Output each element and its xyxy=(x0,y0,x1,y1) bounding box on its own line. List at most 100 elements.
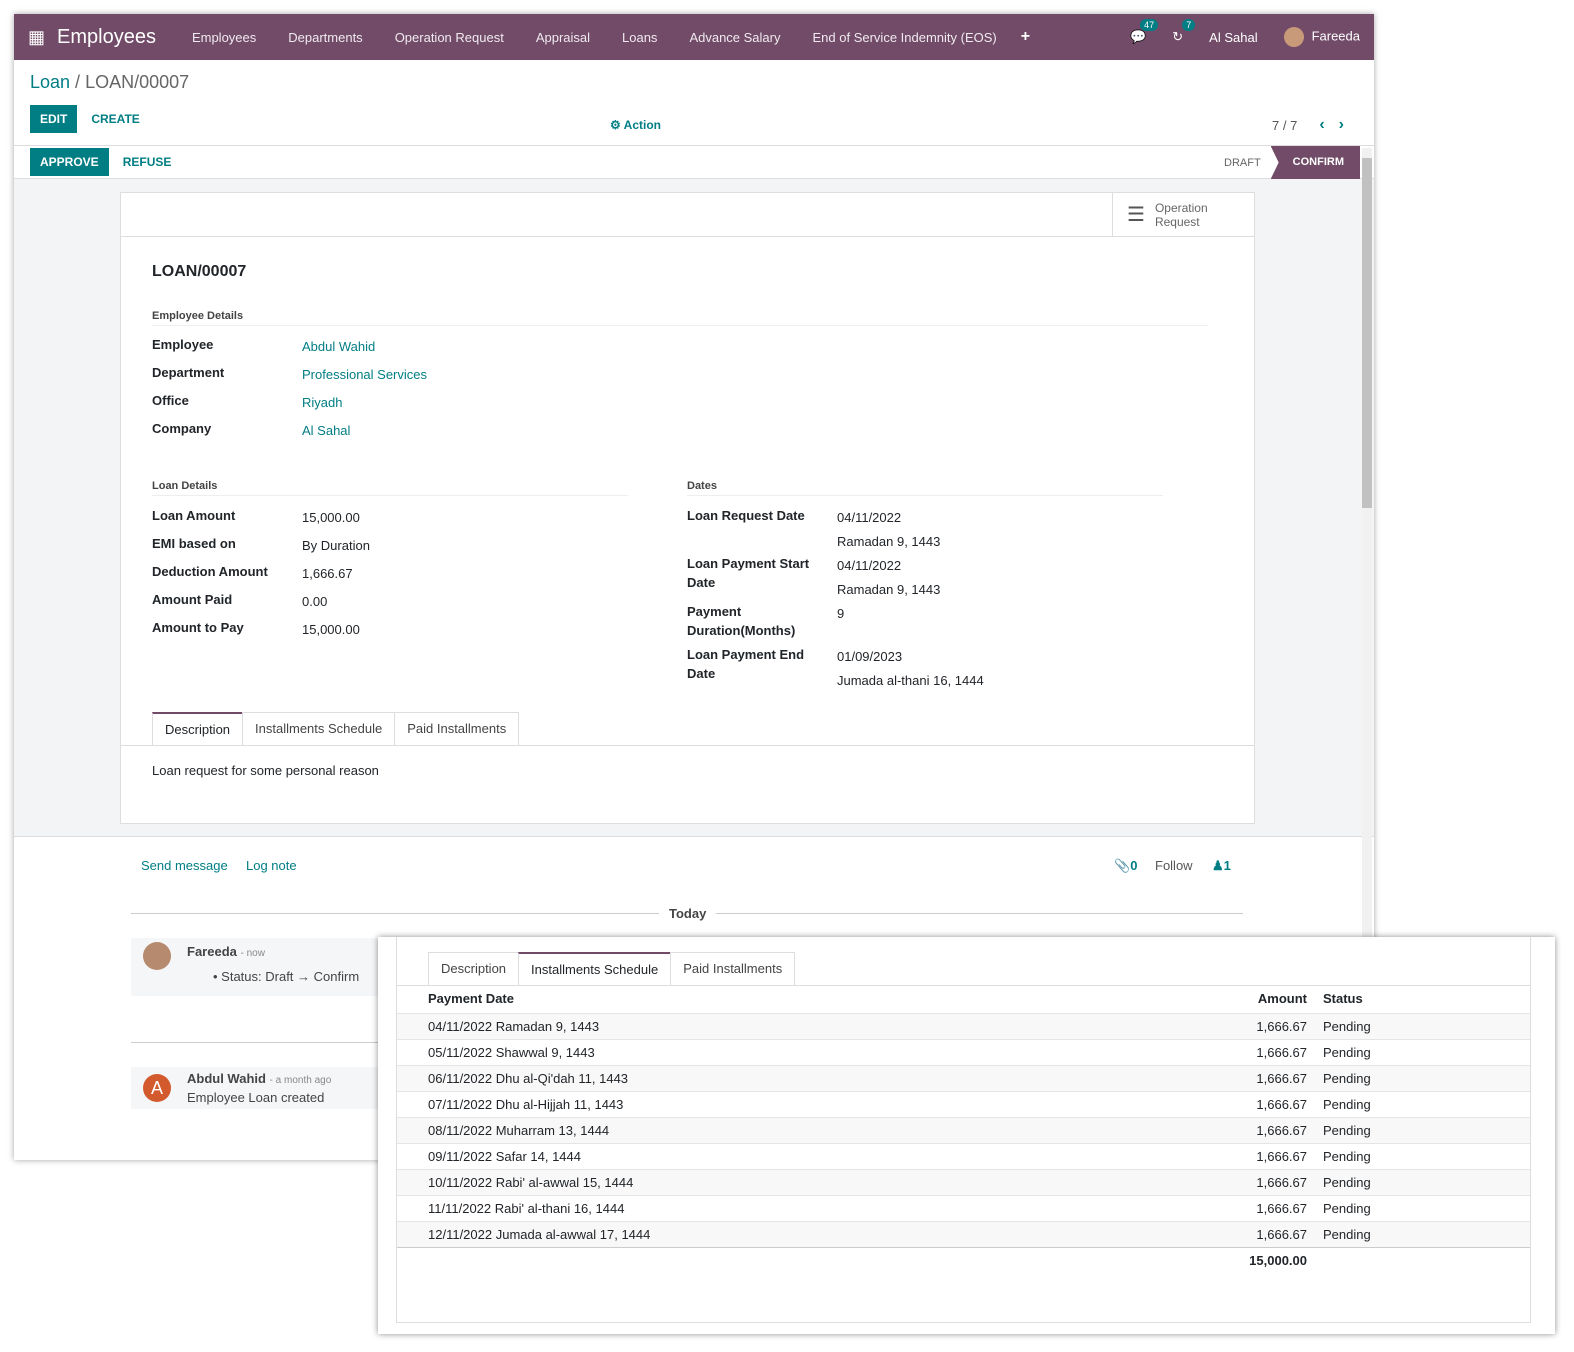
action-label: Action xyxy=(623,118,661,132)
form-view: ☰ Operation Request LOAN/00007 Employee De… xyxy=(14,179,1374,837)
field-label: Company xyxy=(152,421,212,436)
tab-paid-installments[interactable]: Paid Installments xyxy=(394,712,520,745)
table-row[interactable]: 07/11/2022 Dhu al-Hijjah 11, 1443 1,666.6… xyxy=(397,1091,1530,1117)
column-amount[interactable]: Amount xyxy=(1126,985,1315,1013)
tab-installments-schedule[interactable]: Installments Schedule xyxy=(242,712,396,745)
message-item: Fareeda - now • Status: Draft → Confirm xyxy=(131,938,391,996)
amount: 1,666.67 xyxy=(1256,1044,1307,1060)
payment-date: 12/11/2022 Jumada al-awwal 17, 1444 xyxy=(428,1226,651,1242)
field-label: Loan Payment End Date xyxy=(687,647,805,681)
scrollbar[interactable] xyxy=(1362,148,1372,938)
department-link[interactable]: Professional Services xyxy=(302,363,427,387)
smart-label-1: Operation xyxy=(1154,200,1208,215)
send-message-button[interactable]: Send message xyxy=(141,858,228,873)
amount-to-pay: 15,000.00 xyxy=(302,622,360,637)
list-icon: ☰ xyxy=(1127,203,1145,226)
menu-employees[interactable]: Employees xyxy=(192,30,256,45)
menu-advance-salary[interactable]: Advance Salary xyxy=(689,30,780,45)
employee-details-heading: Employee Details xyxy=(152,310,1208,326)
divider xyxy=(131,1042,391,1043)
menu-operation-request[interactable]: Operation Request xyxy=(395,30,504,45)
stage-draft[interactable]: DRAFT xyxy=(1214,157,1271,169)
breadcrumb-loan[interactable]: Loan xyxy=(30,72,70,92)
paperclip-icon: 📎 xyxy=(1114,858,1131,873)
panel-tabs: Description Installments Schedule Paid I… xyxy=(397,952,1530,986)
company-switcher[interactable]: Al Sahal xyxy=(1209,30,1257,45)
payment-start-date: 04/11/2022 xyxy=(837,558,902,573)
tab-installments-schedule[interactable]: Installments Schedule xyxy=(518,952,672,985)
operation-request-button[interactable]: ☰ Operation Request xyxy=(1112,193,1254,236)
office-link[interactable]: Riyadh xyxy=(302,391,342,415)
table-row[interactable]: 04/11/2022 Ramadan 9, 1443 1,666.67 Pendin… xyxy=(397,1013,1530,1039)
menu-loans[interactable]: Loans xyxy=(622,30,657,45)
status-bar: APPROVE REFUSE DRAFT CONFIRM xyxy=(14,145,1374,179)
approve-button[interactable]: APPROVE xyxy=(30,148,109,176)
follow-button[interactable]: Follow xyxy=(1155,858,1193,873)
status: Pending xyxy=(1323,1070,1371,1086)
action-menu[interactable]: ⚙ Action xyxy=(610,118,661,132)
table-row[interactable]: 08/11/2022 Muharram 13, 1444 1,666.67 Pend… xyxy=(397,1117,1530,1143)
loan-amount: 15,000.00 xyxy=(302,510,360,525)
stage-confirm[interactable]: CONFIRM xyxy=(1270,146,1360,179)
status: Pending xyxy=(1323,1200,1371,1216)
table-row[interactable]: 10/11/2022 Rabi' al-awwal 15, 1444 1,666.… xyxy=(397,1169,1530,1195)
dates-heading: Dates xyxy=(687,480,1163,496)
field-label: Deduction Amount xyxy=(152,564,268,579)
activities-button[interactable]: ↻ 7 xyxy=(1172,19,1196,45)
attachments-button[interactable]: 📎0 xyxy=(1114,858,1137,874)
payment-date: 04/11/2022 Ramadan 9, 1443 xyxy=(428,1018,600,1034)
payment-date: 09/11/2022 Safar 14, 1444 xyxy=(428,1148,581,1164)
description-text: Loan request for some personal reason xyxy=(152,763,379,778)
breadcrumb: Loan / LOAN/00007 xyxy=(30,72,190,92)
plus-icon[interactable]: + xyxy=(1021,28,1030,46)
followers-count: 1 xyxy=(1223,858,1231,873)
chat-icon: 💬 xyxy=(1130,29,1147,44)
payment-duration: 9 xyxy=(837,606,845,621)
payment-end-date: 01/09/2023 xyxy=(837,649,903,664)
message-author: Abdul Wahid xyxy=(187,1071,266,1086)
user-menu[interactable]: Fareeda xyxy=(1283,27,1360,47)
messages-button[interactable]: 💬 47 xyxy=(1130,19,1159,45)
amount: 1,666.67 xyxy=(1256,1018,1307,1034)
tab-description[interactable]: Description xyxy=(152,712,244,745)
company-link[interactable]: Al Sahal xyxy=(302,419,350,443)
apps-grid-icon[interactable]: ▦ xyxy=(28,27,45,48)
chevron-left-icon[interactable]: ‹ xyxy=(1319,116,1324,134)
amount: 1,666.67 xyxy=(1256,1174,1307,1190)
followers-button[interactable]: ♟1 xyxy=(1212,858,1231,874)
app-title[interactable]: Employees xyxy=(57,26,156,49)
payment-date: 08/11/2022 Muharram 13, 1444 xyxy=(428,1122,610,1138)
today-separator: Today xyxy=(659,906,717,921)
message-body: Status: Draft → Confirm xyxy=(221,969,360,984)
loan-details-heading: Loan Details xyxy=(152,480,628,496)
tab-paid-installments[interactable]: Paid Installments xyxy=(670,952,796,985)
tab-description[interactable]: Description xyxy=(428,952,520,985)
installments-table: Payment Date Amount Status 04/11/2022 Rama… xyxy=(397,985,1530,1273)
chevron-right-icon[interactable]: › xyxy=(1339,116,1344,134)
avatar: A xyxy=(143,1074,171,1102)
column-payment-date[interactable]: Payment Date xyxy=(397,985,1126,1013)
log-note-button[interactable]: Log note xyxy=(246,858,297,873)
field-label: Amount to Pay xyxy=(152,620,244,635)
amount: 1,666.67 xyxy=(1256,1226,1307,1242)
menu-departments[interactable]: Departments xyxy=(288,30,362,45)
menu-eos[interactable]: End of Service Indemnity (EOS) xyxy=(813,30,997,45)
attachments-count: 0 xyxy=(1130,858,1138,873)
table-row[interactable]: 11/11/2022 Rabi' al-thani 16, 1444 1,666.… xyxy=(397,1195,1530,1221)
edit-button[interactable]: EDIT xyxy=(30,105,78,133)
create-button[interactable]: CREATE xyxy=(81,105,149,133)
column-status[interactable]: Status xyxy=(1315,985,1530,1013)
table-row[interactable]: 09/11/2022 Safar 14, 1444 1,666.67 Pending xyxy=(397,1143,1530,1169)
navbar: ▦ Employees Employees Departments Operat… xyxy=(14,14,1374,60)
table-row[interactable]: 12/11/2022 Jumada al-awwal 17, 1444 1,666… xyxy=(397,1221,1530,1247)
refuse-button[interactable]: REFUSE xyxy=(113,148,182,176)
table-row[interactable]: 06/11/2022 Dhu al-Qi'dah 11, 1443 1,666.6… xyxy=(397,1065,1530,1091)
field-label: Payment Duration(Months) xyxy=(687,604,796,638)
hijri-date: Ramadan 9, 1443 xyxy=(837,534,941,549)
employee-link[interactable]: Abdul Wahid xyxy=(302,335,375,359)
menu-appraisal[interactable]: Appraisal xyxy=(536,30,590,45)
loan-request-date: 04/11/2022 xyxy=(837,510,902,525)
messages-count: 47 xyxy=(1140,19,1159,31)
table-row[interactable]: 05/11/2022 Shawwal 9, 1443 1,666.67 Pendin… xyxy=(397,1039,1530,1065)
status: Pending xyxy=(1323,1044,1371,1060)
